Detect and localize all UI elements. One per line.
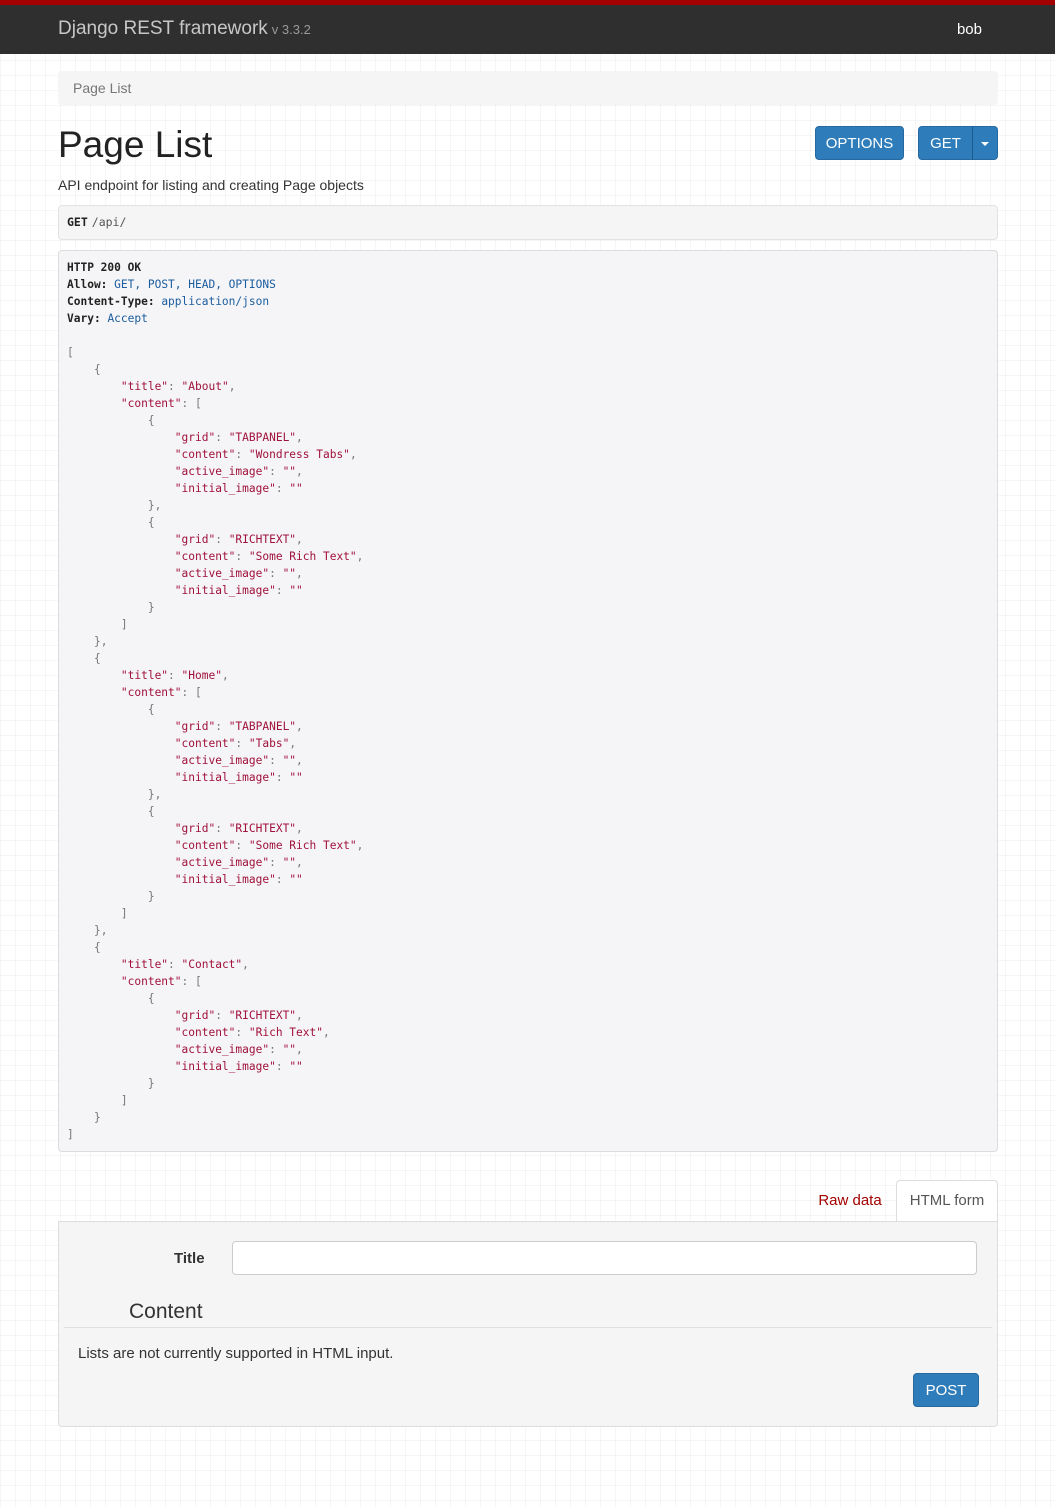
post-button[interactable]: POST xyxy=(913,1373,979,1407)
brand[interactable]: Django REST framework v 3.3.2 xyxy=(58,18,311,40)
post-form: Title Content Lists are not currently su… xyxy=(58,1221,998,1427)
options-button[interactable]: OPTIONS xyxy=(815,126,904,160)
breadcrumb: Page List xyxy=(58,71,998,105)
user-menu[interactable]: bob xyxy=(957,21,982,38)
title-label: Title xyxy=(174,1250,205,1267)
tab-html-form[interactable]: HTML form xyxy=(896,1180,998,1222)
brand-name[interactable]: Django REST framework xyxy=(58,18,268,39)
get-button[interactable]: GET xyxy=(918,126,973,160)
content-legend: Content xyxy=(129,1300,203,1323)
title-input[interactable] xyxy=(232,1241,977,1275)
page-title: Page List xyxy=(58,124,213,165)
page-description: API endpoint for listing and creating Pa… xyxy=(58,177,364,193)
caret-down-icon xyxy=(981,141,989,146)
version: v 3.3.2 xyxy=(271,22,311,37)
content-help-text: Lists are not currently supported in HTM… xyxy=(78,1345,394,1362)
request-path: /api/ xyxy=(91,215,127,229)
get-format-dropdown-button[interactable] xyxy=(972,126,998,160)
breadcrumb-item-page-list[interactable]: Page List xyxy=(73,80,131,96)
request-method: GET xyxy=(67,215,88,229)
navbar: Django REST framework v 3.3.2 bob xyxy=(0,0,1055,54)
response-info: HTTP 200 OK Allow: GET, POST, HEAD, OPTI… xyxy=(58,250,998,1152)
response-body: HTTP 200 OK Allow: GET, POST, HEAD, OPTI… xyxy=(67,261,364,1141)
legend-divider xyxy=(64,1327,992,1328)
tab-raw-data[interactable]: Raw data xyxy=(806,1182,894,1220)
request-info: GET/api/ xyxy=(58,205,998,240)
